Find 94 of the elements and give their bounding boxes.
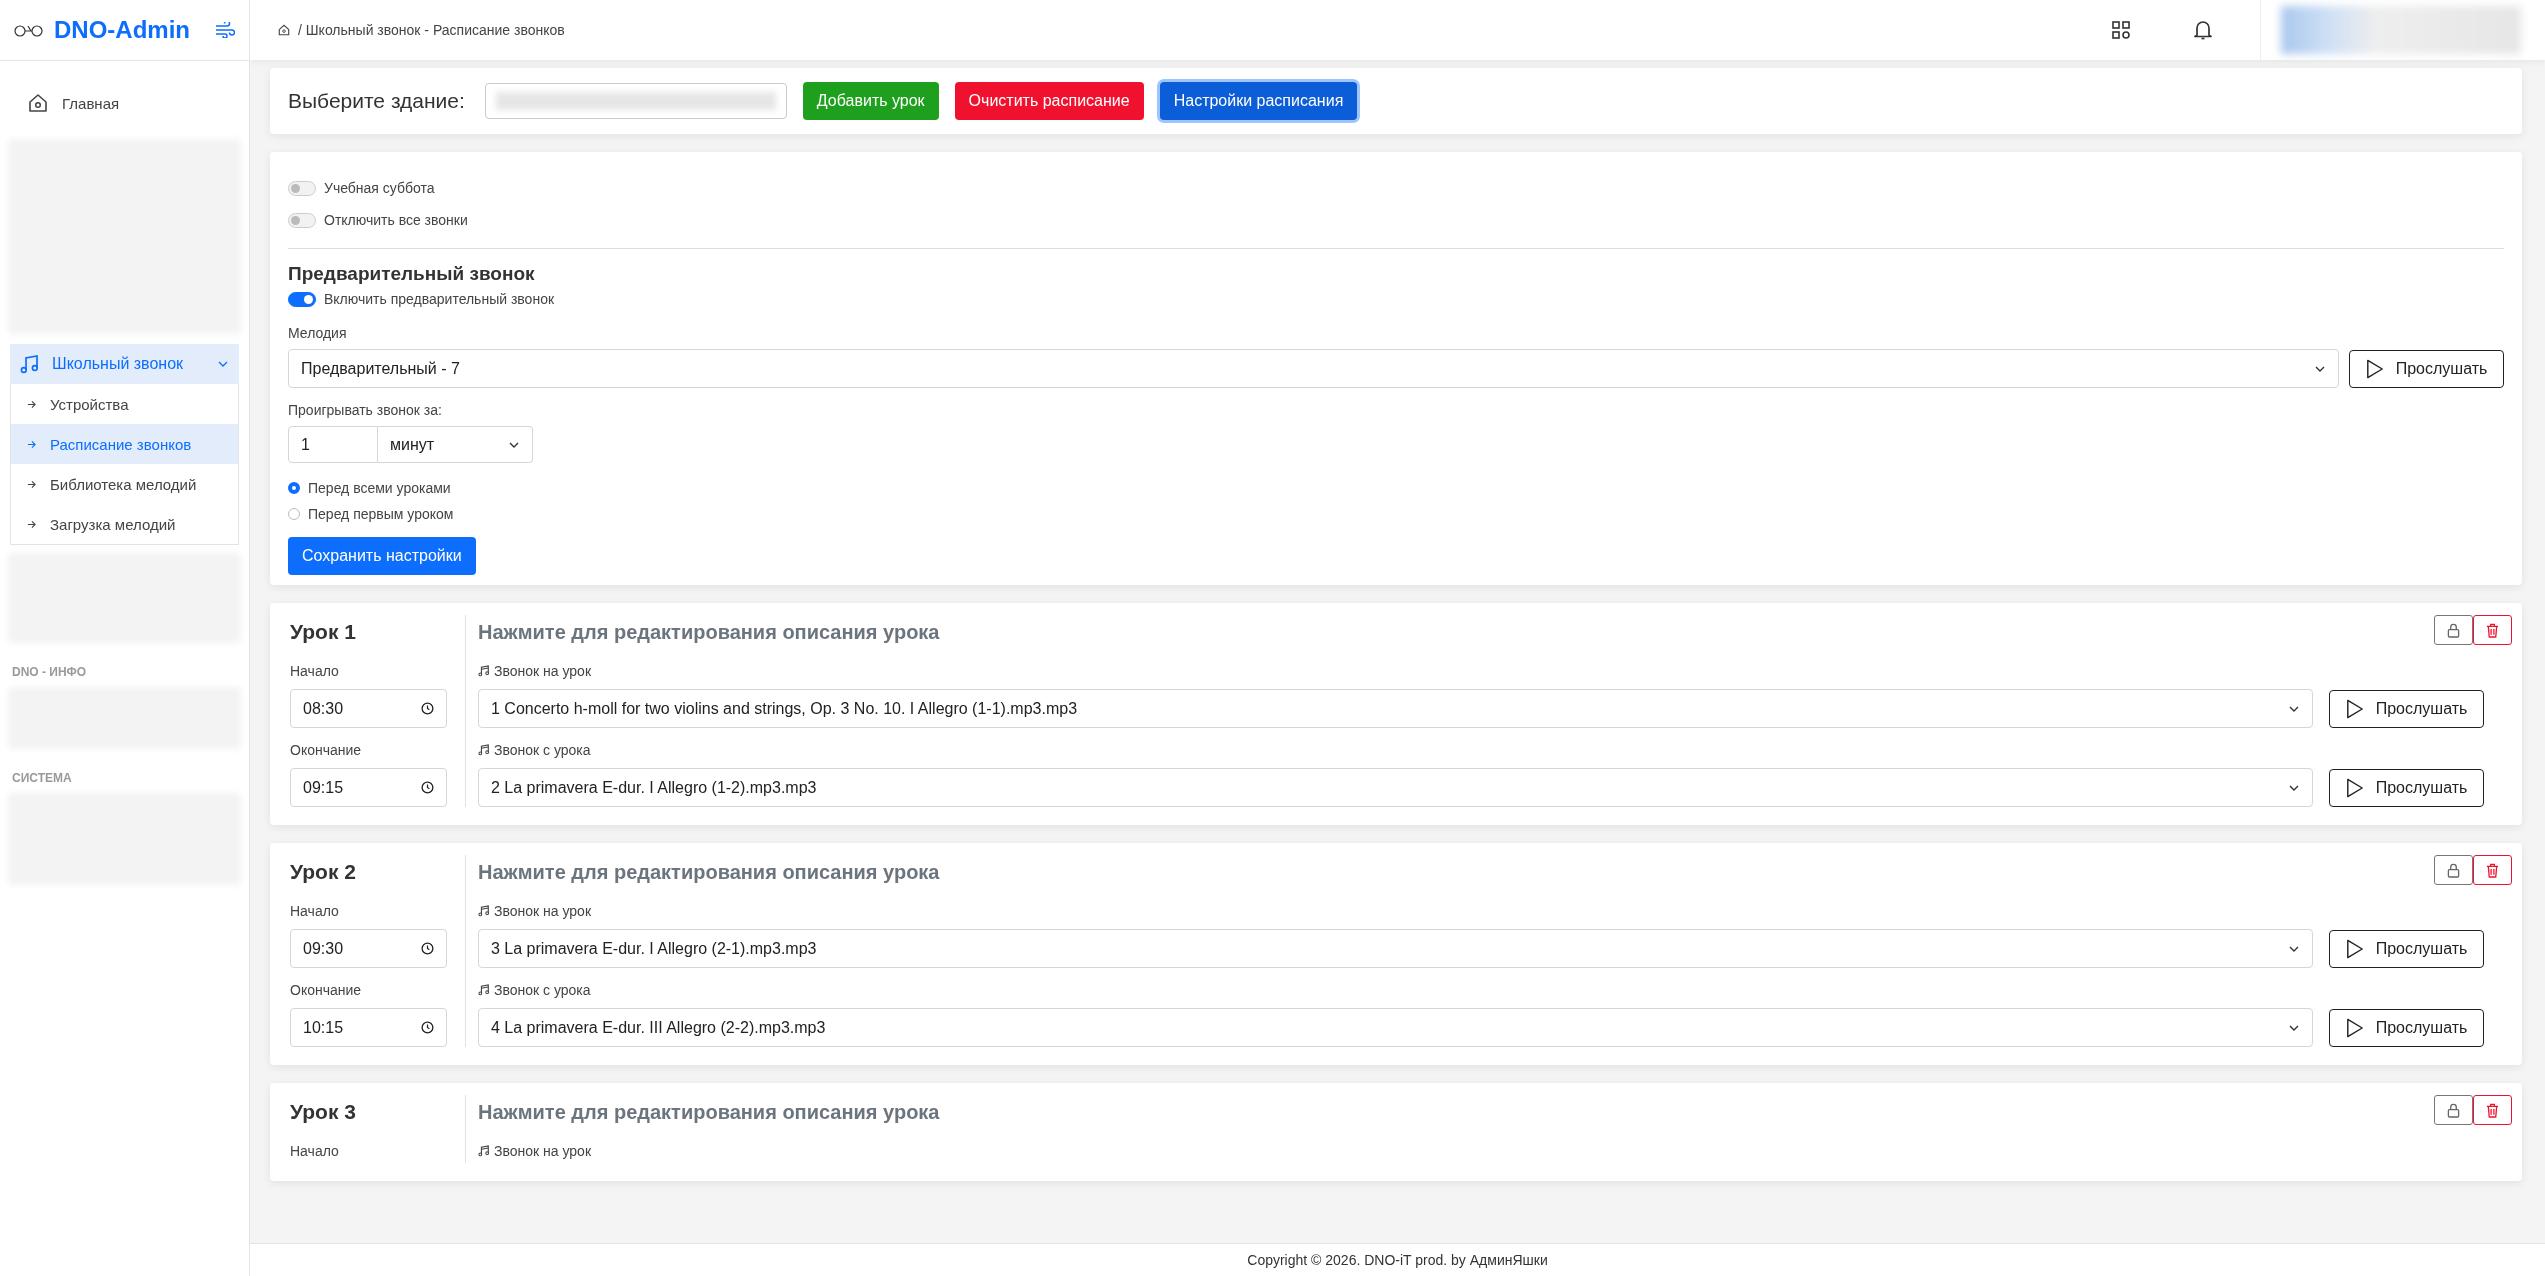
submenu-item[interactable]: Расписание звонков [11,424,238,464]
music-note-icon [478,665,490,677]
lock-button[interactable] [2434,615,2473,645]
lock-icon [2447,622,2460,638]
delete-button[interactable] [2473,855,2512,885]
listen-button[interactable]: Прослушать [2329,768,2484,807]
bell-label: Звонок на урок [478,659,2502,683]
music-note-icon [478,744,490,756]
home-icon[interactable] [278,24,290,36]
toolbar-button[interactable]: Настройки расписания [1159,82,1358,120]
brand-title: DNO-Admin [54,16,191,44]
field-label: Окончание [290,741,363,760]
trash-icon [2486,622,2499,638]
arrow-right-icon [27,399,36,409]
home-icon [28,93,48,113]
bell-label: Звонок на урок [478,899,2502,923]
save-button[interactable]: Сохранить настройки [288,537,476,575]
play-icon [2345,698,2364,719]
delete-button[interactable] [2473,615,2512,645]
building-label: Выберите здание: [288,89,465,113]
play-icon [2345,1017,2364,1038]
toggle-switch[interactable] [288,291,316,307]
clock-icon [421,1021,434,1034]
field-label: Начало [290,1142,340,1161]
melody-select[interactable]: 3 La primavera E-dur. I Allegro (2-1).mp3.mp3 [478,929,2313,968]
melody-select[interactable]: Предварительный - 7 [288,349,2339,388]
listen-button[interactable]: Прослушать [2329,689,2484,728]
melody-select[interactable]: 2 La primavera E-dur. I Allegro (1-2).mp3.mp3 [478,768,2313,807]
clock-icon [421,942,434,955]
arrow-right-icon [27,439,36,449]
submenu-item[interactable]: Загрузка мелодий [11,504,238,544]
sidebar-group[interactable]: Школьный звонок [10,344,239,384]
arrow-right-icon [27,519,36,529]
listen-button[interactable]: Прослушать [2329,1008,2484,1047]
wind-icon[interactable] [215,22,235,38]
toggle-switch[interactable] [288,180,316,196]
field-label: Окончание [290,981,363,1000]
lesson-description[interactable]: Нажмите для редактирования описания урока [478,1100,2434,1124]
time-input[interactable]: 09:30 [290,929,447,968]
switch-label: Включить предварительный звонок [324,291,555,307]
sidebar-item[interactable]: Главная [14,87,235,119]
melody-select[interactable]: 1 Concerto h-moll for two violins and strings, Op. 3 No. 10. I Allegro (1-1).mp3.mp3 [478,689,2313,728]
lock-button[interactable] [2434,855,2473,885]
clock-icon [421,781,434,794]
field-label: Проигрывать звонок за: [288,402,443,418]
lock-icon [2447,862,2460,878]
field-label: Мелодия [288,325,348,341]
submenu-item[interactable]: Устройства [11,384,238,424]
lock-button[interactable] [2434,1095,2473,1125]
switch-label: Отключить все звонки [324,212,468,228]
arrow-right-icon [27,479,36,489]
submenu-item[interactable]: Библиотека мелодий [11,464,238,504]
play-icon [2365,358,2384,379]
toolbar-button[interactable]: Очистить расписание [954,82,1144,120]
breadcrumb: / Школьный звонок - Расписание звонков [298,22,566,38]
delete-button[interactable] [2473,1095,2512,1125]
section-label: DNO - ИНФО [11,664,88,681]
section-label: СИСТЕМА [11,770,73,787]
logo-icon [14,22,44,38]
music-note-icon [478,1145,490,1157]
lesson-title: Урок 2 [290,859,357,885]
music-note-icon [478,905,490,917]
trash-icon [2486,1102,2499,1118]
music-note-icon [20,354,40,374]
time-input[interactable]: 10:15 [290,1008,447,1047]
field-label: Начало [290,902,340,921]
bell-label: Звонок с урока [478,978,2502,1002]
footer-text: Copyright © 2026. DNO-iT prod. by АдминЯшки [250,1243,2545,1276]
listen-button[interactable]: Прослушать [2349,349,2504,388]
time-input[interactable]: 09:15 [290,768,447,807]
unit-select[interactable]: минут [378,426,533,463]
music-note-icon [478,984,490,996]
play-icon [2345,777,2364,798]
field-label: Начало [290,662,340,681]
listen-button[interactable]: Прослушать [2329,929,2484,968]
trash-icon [2486,862,2499,878]
lesson-title: Урок 1 [290,619,357,645]
clock-icon [421,702,434,715]
radio-label: Перед первым уроком [308,506,454,522]
minutes-input[interactable]: 1 [288,426,378,463]
section-title: Предварительный звонок [288,263,536,285]
switch-label: Учебная суббота [324,180,435,196]
lesson-description[interactable]: Нажмите для редактирования описания урока [478,860,2434,884]
toggle-switch[interactable] [288,212,316,228]
lesson-title: Урок 3 [290,1099,357,1125]
radio-button[interactable] [288,482,300,494]
radio-label: Перед всеми уроками [308,480,451,496]
lesson-description[interactable]: Нажмите для редактирования описания урока [478,620,2434,644]
bell-label: Звонок на урок [478,1139,2502,1163]
melody-select[interactable]: 4 La primavera E-dur. III Allegro (2-2).mp3.mp3 [478,1008,2313,1047]
time-input[interactable]: 08:30 [290,689,447,728]
lock-icon [2447,1102,2460,1118]
bell-label: Звонок с урока [478,738,2502,762]
play-icon [2345,938,2364,959]
